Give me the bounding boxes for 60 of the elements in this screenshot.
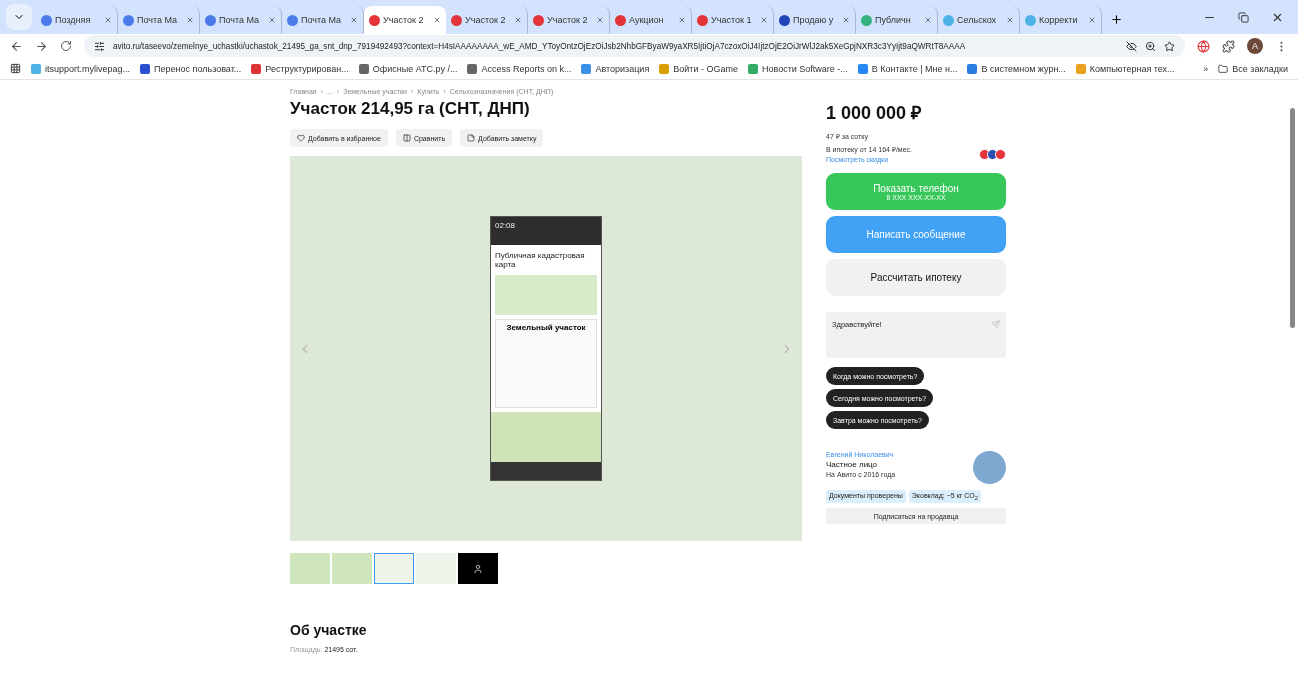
heart-icon	[297, 134, 305, 142]
bank-logos-icon	[982, 148, 1006, 160]
bookmark-link[interactable]: В системном журн...	[967, 63, 1066, 74]
section-heading: Об участке	[290, 622, 368, 638]
all-bookmarks-folder[interactable]: Все закладки	[1218, 63, 1288, 74]
more-bookmarks-button[interactable]: »	[1203, 63, 1209, 74]
bookmark-link[interactable]: Войти - OGame	[659, 63, 738, 74]
bookmark-star-icon[interactable]	[1164, 40, 1175, 52]
favicon-icon	[861, 14, 872, 26]
new-tab-icon[interactable]	[1110, 13, 1123, 26]
price: 1 000 000 ₽	[826, 102, 923, 124]
columns-icon	[402, 134, 411, 142]
favicon-icon	[287, 14, 298, 26]
contact-button[interactable]: Рассчитать ипотеку	[826, 259, 1006, 296]
favicon-icon	[41, 14, 52, 26]
favicon-icon	[533, 14, 544, 26]
folder-icon	[1218, 63, 1229, 74]
close-icon[interactable]	[433, 16, 441, 24]
bookmark-link[interactable]: В Контакте | Мне н...	[857, 63, 958, 74]
note-icon	[467, 134, 476, 142]
favicon-icon	[369, 14, 380, 26]
phone-card-title: Земельный участок	[495, 319, 597, 408]
seller-type: Частное лицо	[826, 460, 879, 469]
bookmark-link[interactable]: Новости Software -...	[748, 63, 848, 74]
browser-tab[interactable]: Участок 2	[364, 6, 446, 34]
gallery-thumbnail[interactable]	[458, 553, 498, 584]
profile-avatar[interactable]: A	[1247, 38, 1263, 54]
bookmark-link[interactable]: Компьютерная тех...	[1075, 63, 1175, 74]
bookmark-link[interactable]: Авторизация	[581, 63, 650, 74]
favicon-icon	[615, 14, 626, 26]
favicon-icon	[1025, 14, 1036, 26]
bookmark-link[interactable]: Access Reports on k...	[467, 63, 572, 74]
gallery-thumbnail[interactable]	[332, 553, 372, 584]
favicon-icon	[943, 14, 954, 26]
phone-page-title: Публичная кадастровая карта	[494, 250, 586, 271]
restore-icon[interactable]	[1238, 11, 1249, 23]
gallery-thumbnail[interactable]	[290, 553, 330, 584]
favicon-icon	[697, 14, 708, 26]
back-icon[interactable]	[10, 39, 23, 53]
address-bar[interactable]: avito.ru/taseevo/zemelnye_uchastki/uchastok_21495_ga_snt_dnp_7919492493?context=H4sIAAAAAAAA_wE_AMD_YToyOntzOjEzOiJsb2NhbGFByaW9yaXR5IjtiOjA7czoxOiJ4IjtzOjE2OiJrWlJ2ak5XeGpjNXR3c3YyIjt9aQWRtT8AAAA	[84, 35, 1185, 57]
bookmark-link[interactable]: itsupport.mylivepag...	[31, 63, 131, 74]
favicon-icon	[779, 14, 790, 26]
bookmark-link[interactable]: Перенос пользоват...	[140, 63, 242, 74]
reload-icon[interactable]	[60, 40, 72, 52]
seller-avatar	[973, 451, 1006, 484]
eye-off-icon[interactable]	[1126, 40, 1137, 52]
site-settings-icon[interactable]	[94, 40, 105, 52]
favicon-icon	[451, 14, 462, 26]
phone-time: 02:08	[491, 217, 601, 245]
gallery-thumbnail[interactable]	[374, 553, 414, 584]
bookmark-link[interactable]: Реструктурирован...	[251, 63, 349, 74]
zoom-icon[interactable]	[1145, 40, 1156, 52]
browser-logo-icon[interactable]	[1197, 39, 1210, 53]
listing-title: Участок 214,95 га (СНТ, ДНП)	[290, 99, 531, 119]
extensions-icon[interactable]	[1222, 39, 1235, 53]
favicon-icon	[205, 14, 216, 26]
favicon-icon	[123, 14, 134, 26]
bookmark-link[interactable]: Офисные АТС.ру /...	[358, 63, 458, 74]
apps-icon[interactable]	[10, 63, 21, 74]
forward-icon[interactable]	[35, 39, 48, 53]
